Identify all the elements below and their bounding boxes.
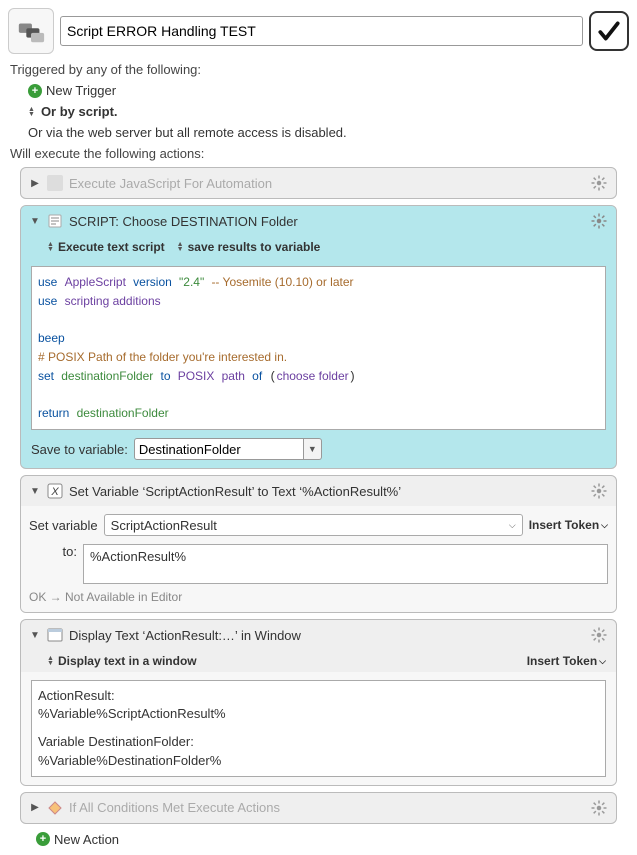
- action-title: SCRIPT: Choose DESTINATION Folder: [69, 214, 584, 229]
- plus-icon: +: [28, 84, 42, 98]
- macro-icon[interactable]: [8, 8, 54, 54]
- triggers-heading: Triggered by any of the following:: [10, 62, 629, 77]
- display-text-body[interactable]: ActionResult: %Variable%ScriptActionResu…: [31, 680, 606, 777]
- updown-icon: ▲▼: [28, 107, 35, 117]
- new-action-button[interactable]: + New Action: [36, 832, 629, 847]
- script-code-editor[interactable]: use AppleScript version "2.4" -- Yosemit…: [31, 266, 606, 430]
- window-icon: [47, 627, 63, 643]
- web-server-note: Or via the web server but all remote acc…: [28, 125, 629, 140]
- insert-token-button[interactable]: Insert Token⌵: [529, 518, 608, 532]
- action-title: Execute JavaScript For Automation: [69, 176, 584, 191]
- plus-icon: +: [36, 832, 50, 846]
- js-icon: [47, 175, 63, 191]
- new-trigger-button[interactable]: + New Trigger: [28, 83, 629, 98]
- disclosure-icon[interactable]: ▼: [29, 629, 41, 641]
- disclosure-icon[interactable]: ▶: [29, 802, 41, 814]
- action-display-text[interactable]: ▼ Display Text ‘ActionResult:…’ in Windo…: [20, 619, 617, 786]
- variable-x-icon: X: [47, 483, 63, 499]
- set-variable-label: Set variable: [29, 518, 98, 533]
- to-value-input[interactable]: %ActionResult%: [83, 544, 608, 584]
- actions-heading: Will execute the following actions:: [10, 146, 629, 161]
- svg-text:X: X: [50, 486, 59, 498]
- status-text: OK → Not Available in Editor: [29, 584, 608, 604]
- chevron-down-icon: ⌵: [509, 520, 516, 531]
- action-script-choose-folder[interactable]: ▼ SCRIPT: Choose DESTINATION Folder ▲▼ E…: [20, 205, 617, 469]
- action-set-variable[interactable]: ▼ X Set Variable ‘ScriptActionResult’ to…: [20, 475, 617, 613]
- disclosure-icon[interactable]: ▼: [29, 485, 41, 497]
- macro-title-input[interactable]: [60, 16, 583, 46]
- or-by-script-row[interactable]: ▲▼ Or by script.: [28, 104, 629, 119]
- to-label: to:: [29, 544, 77, 559]
- action-title: If All Conditions Met Execute Actions: [69, 800, 584, 815]
- save-variable-combo[interactable]: ▼: [134, 438, 322, 460]
- new-action-label: New Action: [54, 832, 119, 847]
- gear-icon[interactable]: [590, 799, 608, 817]
- gear-icon[interactable]: [590, 212, 608, 230]
- display-text-selector[interactable]: ▲▼ Display text in a window: [47, 654, 197, 668]
- execute-text-script-selector[interactable]: ▲▼ Execute text script: [47, 240, 165, 254]
- or-by-script-label: Or by script.: [41, 104, 118, 119]
- save-to-variable-label: Save to variable:: [31, 442, 128, 457]
- action-title: Set Variable ‘ScriptActionResult’ to Tex…: [69, 484, 584, 499]
- action-execute-js[interactable]: ▶ Execute JavaScript For Automation: [20, 167, 617, 199]
- action-title: Display Text ‘ActionResult:…’ in Window: [69, 628, 584, 643]
- updown-icon: ▲▼: [177, 242, 184, 252]
- save-results-selector[interactable]: ▲▼ save results to variable: [177, 240, 321, 254]
- new-trigger-label: New Trigger: [46, 83, 116, 98]
- updown-icon: ▲▼: [47, 242, 54, 252]
- enable-toggle[interactable]: [589, 11, 629, 51]
- disclosure-icon[interactable]: ▶: [29, 177, 41, 189]
- action-if-conditions[interactable]: ▶ If All Conditions Met Execute Actions: [20, 792, 617, 824]
- disclosure-icon[interactable]: ▼: [29, 215, 41, 227]
- chevron-down-icon[interactable]: ▼: [304, 438, 322, 460]
- insert-token-button[interactable]: Insert Token⌵: [527, 654, 606, 668]
- gear-icon[interactable]: [590, 174, 608, 192]
- gear-icon[interactable]: [590, 482, 608, 500]
- updown-icon: ▲▼: [47, 656, 54, 666]
- variable-selector[interactable]: ScriptActionResult ⌵: [104, 514, 523, 536]
- script-icon: [47, 213, 63, 229]
- gear-icon[interactable]: [590, 626, 608, 644]
- if-icon: [47, 800, 63, 816]
